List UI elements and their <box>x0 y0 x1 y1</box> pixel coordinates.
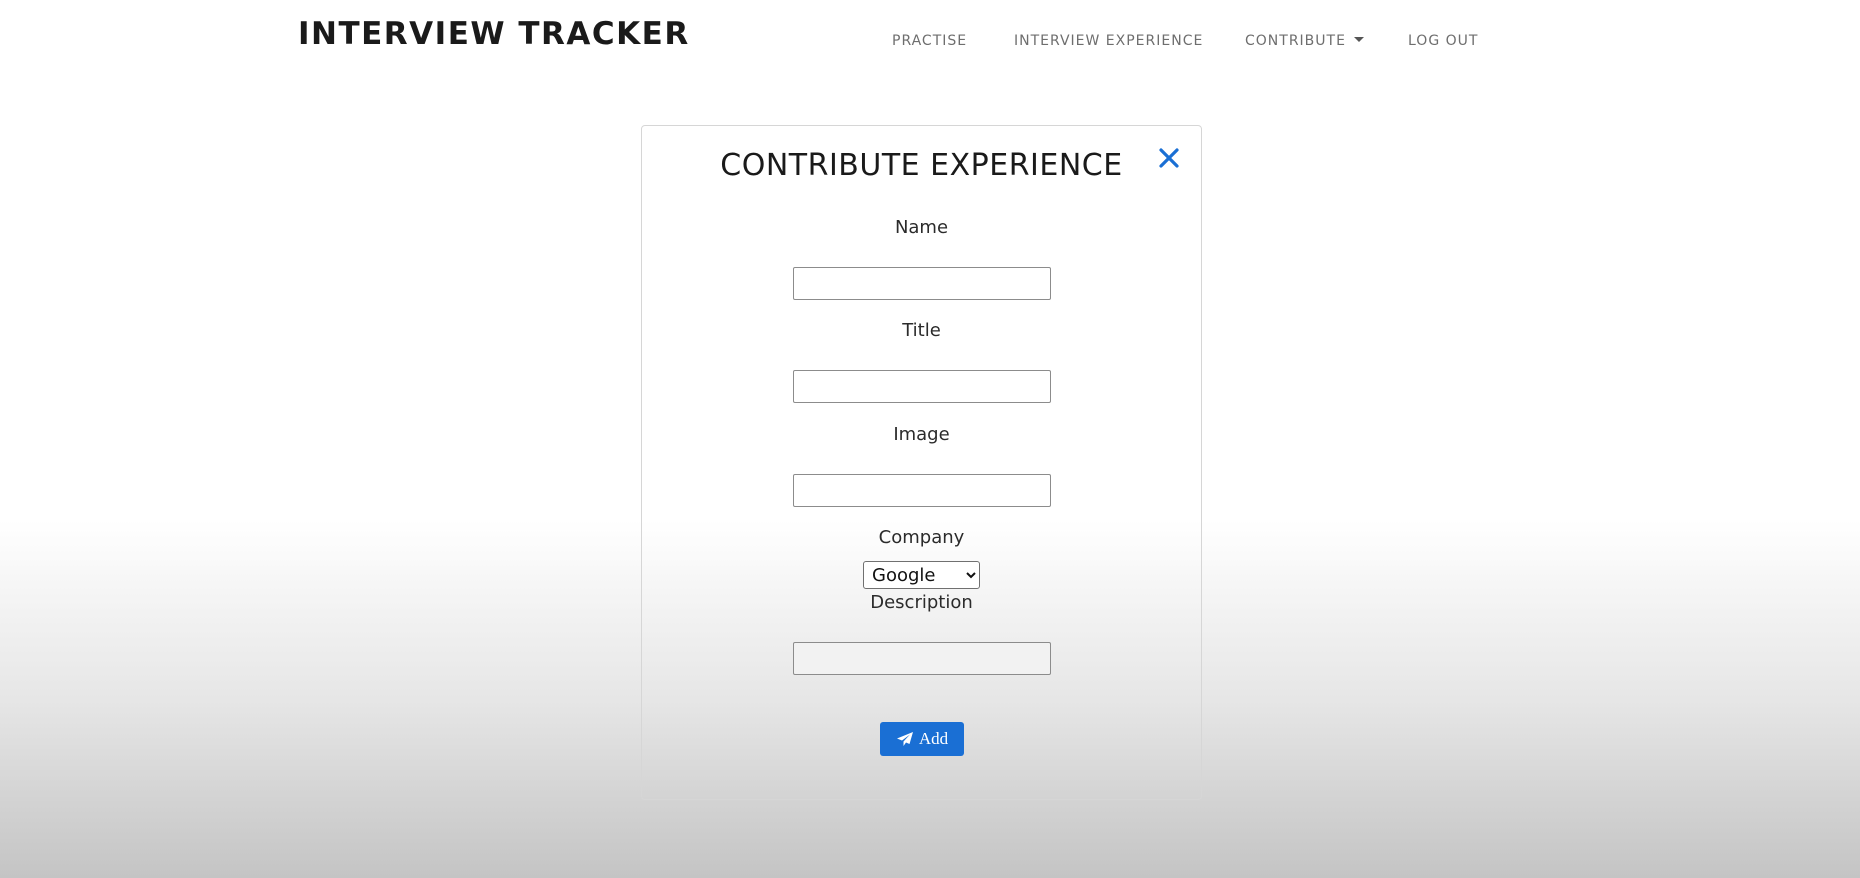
nav-contribute-dropdown[interactable]: CONTRIBUTE <box>1245 33 1364 49</box>
title-input[interactable] <box>793 370 1051 403</box>
caret-down-icon <box>1353 36 1364 42</box>
company-label: Company <box>878 527 965 548</box>
description-label: Description <box>870 592 973 613</box>
name-input[interactable] <box>793 267 1051 300</box>
top-navbar: PRACTISE INTERVIEW EXPERIENCE CONTRIBUTE… <box>0 33 1860 53</box>
image-input[interactable] <box>793 474 1051 507</box>
nav-interview-experience[interactable]: INTERVIEW EXPERIENCE <box>1014 33 1203 49</box>
form-title: CONTRIBUTE EXPERIENCE <box>720 148 1123 183</box>
company-select-wrapper: Google <box>863 561 980 589</box>
add-button[interactable]: Add <box>880 722 964 756</box>
add-button-label: Add <box>918 729 949 748</box>
nav-contribute-label: CONTRIBUTE <box>1245 33 1346 49</box>
title-label: Title <box>902 320 941 341</box>
image-label: Image <box>893 424 950 445</box>
description-input[interactable] <box>793 642 1051 675</box>
nav-logout[interactable]: LOG OUT <box>1408 33 1478 49</box>
contribute-experience-form: CONTRIBUTE EXPERIENCE Name Title Image C… <box>641 125 1202 800</box>
company-select[interactable]: Google <box>863 561 980 589</box>
name-label: Name <box>894 217 949 238</box>
nav-practise[interactable]: PRACTISE <box>892 33 967 49</box>
close-icon[interactable] <box>1157 146 1181 170</box>
paper-plane-icon <box>896 731 914 747</box>
